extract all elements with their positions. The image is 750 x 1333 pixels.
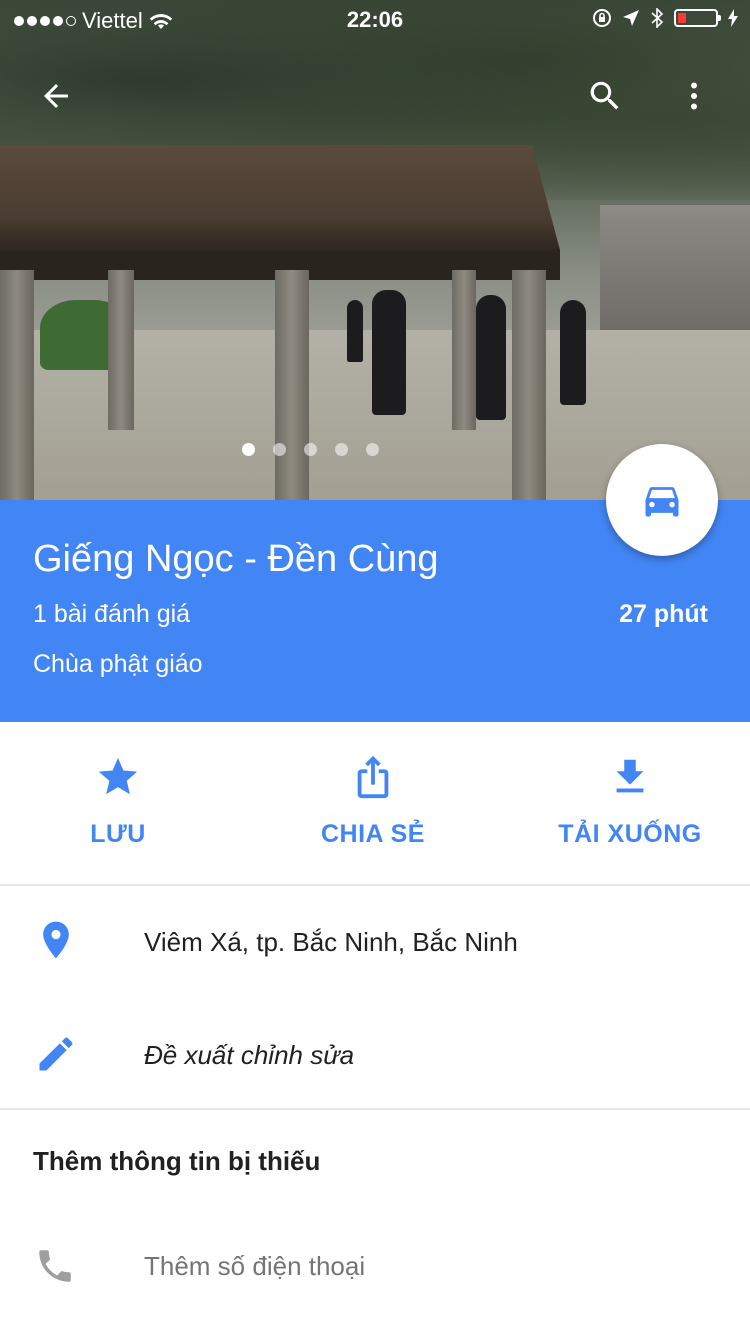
photo-person [560,300,586,405]
save-button[interactable]: LƯU [0,722,243,884]
save-label: LƯU [90,820,146,848]
photo-pillar [512,270,546,500]
section-divider [0,1108,750,1110]
battery-icon [674,9,721,27]
photo-person [347,300,363,362]
share-icon [357,755,389,799]
travel-time: 27 phút [619,600,708,628]
photo-person [476,295,506,420]
photo-roof [0,145,560,250]
back-button[interactable] [32,72,80,120]
charging-icon [728,9,738,27]
star-icon [98,757,138,795]
download-button[interactable]: TẢI XUỐNG [505,722,750,884]
add-phone-text: Thêm số điện thoại [144,1251,366,1281]
search-icon [590,81,619,110]
pager-dot[interactable] [334,443,348,456]
suggest-edit-row[interactable]: Đề xuất chỉnh sửa [0,998,750,1108]
photo-building [600,205,750,345]
pager-dot[interactable] [303,443,317,456]
download-icon [616,759,644,793]
directions-button[interactable] [606,444,718,556]
place-category: Chùa phật giáo [33,650,203,678]
photo-pillar [275,270,309,500]
address-row[interactable]: Viêm Xá, tp. Bắc Ninh, Bắc Ninh [0,886,750,998]
place-photo[interactable] [0,0,750,500]
search-button[interactable] [581,72,629,120]
pager-dot[interactable] [365,443,379,456]
location-arrow-icon [623,10,639,26]
bluetooth-icon [651,8,664,28]
pager-dot[interactable] [272,443,286,456]
share-button[interactable]: CHIA SẺ [248,722,498,884]
location-pin-icon [43,921,69,959]
more-options-button[interactable] [670,72,718,120]
status-bar: Viettel 22:06 [0,0,750,40]
address-text: Viêm Xá, tp. Bắc Ninh, Bắc Ninh [144,927,518,957]
arrow-back-icon [44,84,68,108]
car-icon [645,487,679,517]
share-label: CHIA SẺ [321,820,425,848]
pager-dot[interactable] [241,443,255,456]
pencil-icon [39,1037,73,1071]
action-bar: LƯU CHIA SẺ TẢI XUỐNG [0,722,750,886]
missing-info-title: Thêm thông tin bị thiếu [33,1146,321,1176]
review-count[interactable]: 1 bài đánh giá [33,600,190,629]
more-vert-icon [691,82,697,110]
suggest-edit-text: Đề xuất chỉnh sửa [144,1040,355,1070]
photo-pillar [108,270,134,430]
phone-icon [39,1250,71,1282]
rotation-lock-icon [593,9,611,27]
add-phone-row[interactable]: Thêm số điện thoại [0,1215,750,1315]
place-name: Giếng Ngọc - Đền Cùng [33,538,439,580]
photo-pillar [452,270,476,430]
photo-person [372,290,406,415]
download-label: TẢI XUỐNG [558,820,702,848]
photo-pillar [0,270,34,500]
